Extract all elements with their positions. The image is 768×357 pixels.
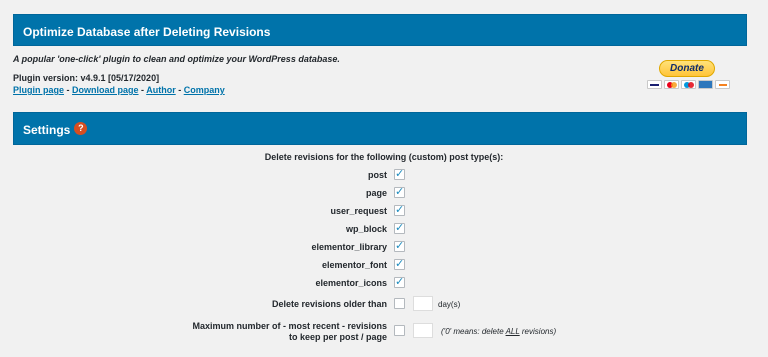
post-type-row: elementor_library [0, 239, 768, 256]
mastercard-icon [664, 80, 679, 89]
download-page-link[interactable]: Download page [72, 85, 139, 95]
author-link[interactable]: Author [146, 85, 176, 95]
discover-icon [715, 80, 730, 89]
plugin-header-bar: Optimize Database after Deleting Revisio… [13, 14, 747, 46]
days-unit-label: day(s) [438, 300, 461, 309]
plugin-tagline: A popular 'one-click' plugin to clean an… [13, 54, 340, 64]
post-type-label: elementor_library [311, 242, 387, 252]
post-type-row: wp_block [0, 221, 768, 238]
post-type-label: user_request [330, 206, 387, 216]
post-types-heading: Delete revisions for the following (cust… [264, 152, 504, 162]
plugin-version: Plugin version: v4.9.1 [05/17/2020] [13, 73, 160, 83]
max-revisions-row: Maximum number of - most recent - revisi… [0, 321, 768, 345]
post-type-row: user_request [0, 203, 768, 220]
post-type-checkbox-wp-block[interactable] [394, 221, 405, 234]
donate-button[interactable]: Donate [659, 60, 715, 77]
post-type-row: elementor_icons [0, 275, 768, 292]
max-revisions-note: ('0' means: delete ALL revisions) [441, 327, 557, 336]
plugin-page-link[interactable]: Plugin page [13, 85, 64, 95]
older-than-checkbox[interactable] [394, 298, 405, 309]
post-type-row: page [0, 185, 768, 202]
post-type-checkbox-user-request[interactable] [394, 203, 405, 216]
post-type-label: wp_block [345, 224, 387, 234]
settings-title: Settings [23, 123, 71, 137]
plugin-links: Plugin page - Download page - Author - C… [13, 85, 225, 95]
post-type-checkbox-page[interactable] [394, 185, 405, 198]
post-type-checkbox-elementor-library[interactable] [394, 239, 405, 252]
amex-icon [698, 80, 713, 89]
help-icon[interactable]: ? [74, 122, 88, 135]
post-type-label: page [365, 188, 387, 198]
older-than-days-input[interactable] [413, 296, 433, 311]
payment-cards [647, 80, 730, 89]
post-type-checkbox-elementor-font[interactable] [394, 257, 405, 270]
max-revisions-label: Maximum number of - most recent - revisi… [192, 321, 387, 342]
maestro-icon [681, 80, 696, 89]
post-type-checkbox-elementor-icons[interactable] [394, 275, 405, 288]
max-revisions-input[interactable] [413, 323, 433, 338]
older-than-label: Delete revisions older than [271, 299, 387, 309]
settings-header-bar: Settings ? [13, 112, 747, 145]
post-type-checkbox-post[interactable] [394, 167, 405, 180]
company-link[interactable]: Company [184, 85, 225, 95]
post-type-label: elementor_icons [315, 278, 387, 288]
max-revisions-checkbox[interactable] [394, 325, 405, 336]
visa-icon [647, 80, 662, 89]
post-type-row: elementor_font [0, 257, 768, 274]
post-type-label: post [368, 170, 387, 180]
post-type-row: post [0, 167, 768, 184]
older-than-row: Delete revisions older than day(s) [0, 296, 768, 313]
plugin-title: Optimize Database after Deleting Revisio… [23, 25, 271, 39]
post-type-label: elementor_font [321, 260, 387, 270]
